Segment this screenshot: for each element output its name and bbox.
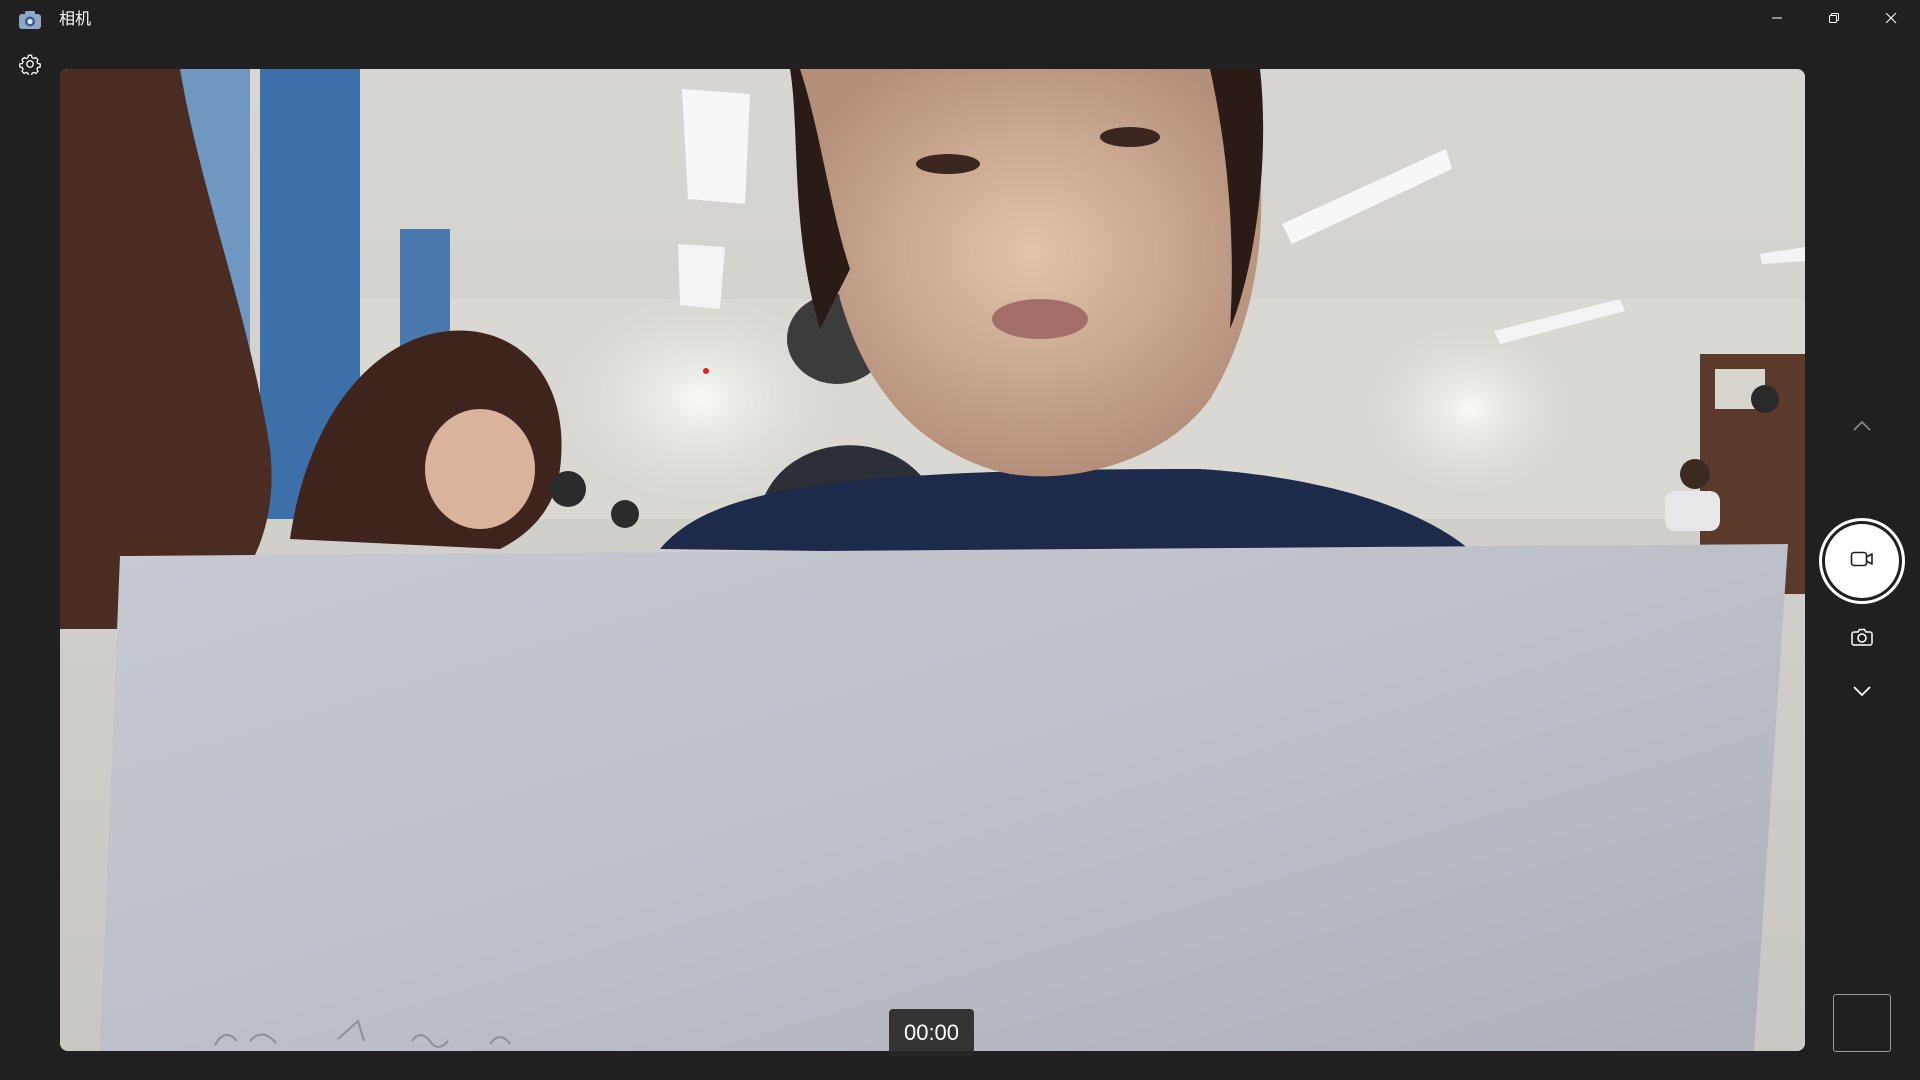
camera-app-window: 相机 00:00 (0, 0, 1920, 1080)
title-bar: 相机 (0, 0, 1920, 40)
minimize-icon (1771, 11, 1783, 29)
record-button-face (1825, 524, 1899, 598)
chevron-up-icon (1852, 419, 1872, 437)
restore-button[interactable] (1806, 0, 1862, 40)
restore-icon (1828, 11, 1840, 29)
last-capture-thumbnail[interactable] (1833, 994, 1891, 1052)
gear-icon (19, 53, 41, 80)
close-icon (1885, 11, 1897, 29)
previous-mode-button[interactable] (1846, 412, 1878, 444)
recording-timer: 00:00 (889, 1009, 974, 1057)
next-mode-button[interactable] (1846, 677, 1878, 709)
video-camera-icon (1850, 550, 1874, 573)
live-preview-image (60, 69, 1805, 1051)
app-title: 相机 (59, 11, 92, 28)
camera-icon (1851, 627, 1873, 652)
minimize-button[interactable] (1749, 0, 1805, 40)
camera-viewfinder[interactable] (60, 69, 1805, 1051)
settings-button[interactable] (14, 50, 46, 82)
record-video-button[interactable] (1819, 518, 1905, 604)
photo-mode-button[interactable] (1846, 623, 1878, 655)
chevron-down-icon (1852, 684, 1872, 702)
camera-app-icon (18, 10, 42, 30)
close-button[interactable] (1863, 0, 1919, 40)
